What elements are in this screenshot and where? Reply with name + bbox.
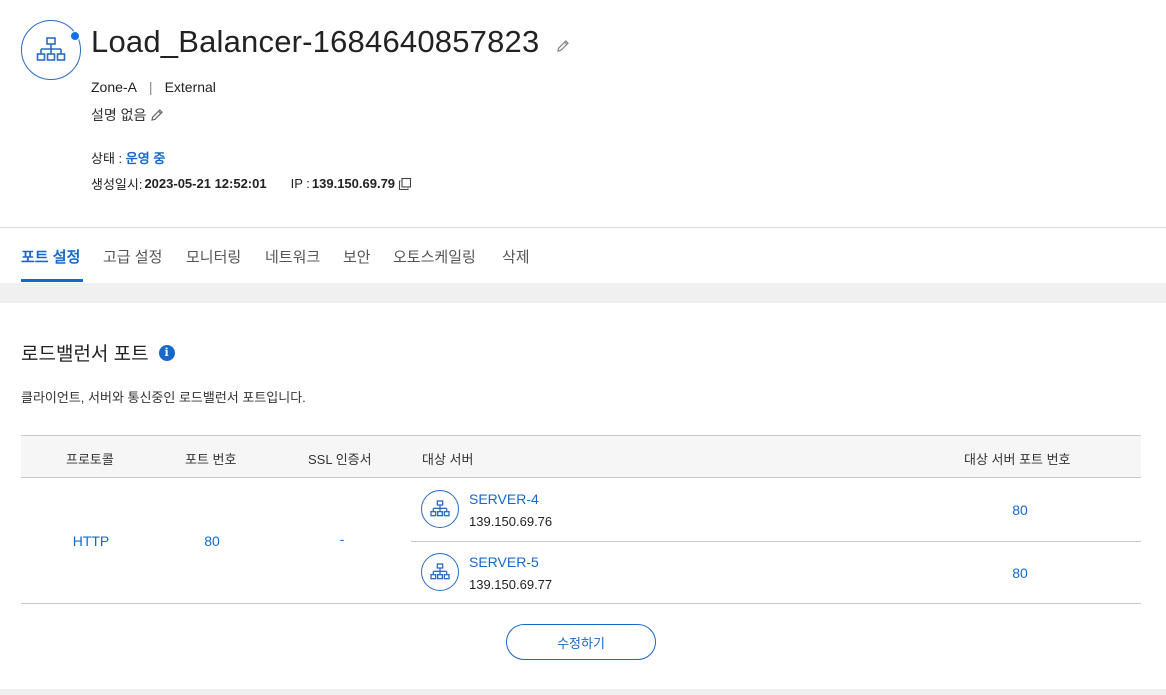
cell-protocol: HTTP bbox=[72, 533, 110, 549]
server-avatar bbox=[421, 553, 459, 591]
created-label: 생성일시: bbox=[91, 177, 143, 192]
section-divider bbox=[0, 283, 1166, 303]
zone-type-line: Zone-A | External bbox=[91, 79, 216, 95]
section-description: 클라이언트, 서버와 통신중인 로드밸런서 포트입니다. bbox=[21, 390, 306, 405]
header-ssl: SSL 인증서 bbox=[308, 452, 372, 467]
server-name-link[interactable]: SERVER-4 bbox=[469, 491, 539, 507]
cell-target-port: 80 bbox=[1012, 565, 1028, 581]
row-divider bbox=[411, 541, 1141, 542]
server-avatar bbox=[421, 490, 459, 528]
cell-ssl: - bbox=[339, 531, 345, 547]
header-port: 포트 번호 bbox=[185, 452, 237, 467]
type-label: External bbox=[164, 79, 216, 95]
created-value: 2023-05-21 12:52:01 bbox=[144, 176, 267, 191]
meta-separator: | bbox=[148, 79, 153, 95]
header-protocol: 프로토콜 bbox=[66, 452, 114, 467]
status-value: 운영 중 bbox=[125, 151, 166, 166]
network-tree-icon bbox=[36, 37, 66, 61]
page-title: Load_Balancer-1684640857823 bbox=[91, 24, 540, 59]
header-target-port: 대상 서버 포트 번호 bbox=[964, 452, 1071, 467]
server-ip: 139.150.69.77 bbox=[469, 577, 553, 592]
network-tree-icon bbox=[430, 563, 450, 580]
header-target-server: 대상 서버 bbox=[422, 452, 474, 467]
description-text: 설명 없음 bbox=[91, 107, 147, 123]
tab-monitoring[interactable]: 모니터링 bbox=[186, 246, 241, 267]
table-header: 프로토콜 포트 번호 SSL 인증서 대상 서버 대상 서버 포트 번호 bbox=[21, 436, 1141, 478]
description-edit-pencil-icon[interactable] bbox=[150, 108, 164, 122]
status-label: 상태 : bbox=[91, 151, 123, 166]
bottom-divider bbox=[0, 689, 1166, 695]
zone-label: Zone-A bbox=[91, 79, 137, 95]
load-balancer-avatar bbox=[21, 20, 81, 80]
tab-bar: 포트 설정 고급 설정 모니터링 네트워크 보안 오토스케일링 삭제 bbox=[0, 228, 1166, 283]
ip-value: 139.150.69.79 bbox=[311, 176, 396, 191]
tab-security[interactable]: 보안 bbox=[343, 246, 371, 267]
copy-icon[interactable] bbox=[398, 177, 412, 191]
tab-delete[interactable]: 삭제 bbox=[502, 246, 530, 267]
tab-advanced-settings[interactable]: 고급 설정 bbox=[103, 246, 162, 267]
edit-button[interactable]: 수정하기 bbox=[506, 624, 656, 660]
section-title-text: 로드밸런서 포트 bbox=[21, 344, 149, 365]
status-line: 상태 : 운영 중 bbox=[91, 148, 165, 167]
description-line: 설명 없음 bbox=[91, 105, 164, 125]
port-table: 프로토콜 포트 번호 SSL 인증서 대상 서버 대상 서버 포트 번호 HTT… bbox=[21, 435, 1141, 604]
cell-target-port: 80 bbox=[1012, 502, 1028, 518]
server-name-link[interactable]: SERVER-5 bbox=[469, 554, 539, 570]
network-tree-icon bbox=[430, 500, 450, 517]
cell-port: 80 bbox=[204, 533, 220, 549]
section-title: 로드밸런서 포트 i bbox=[21, 339, 175, 366]
ip-label: IP : bbox=[290, 176, 310, 191]
pencil-icon[interactable] bbox=[556, 39, 570, 58]
tab-port-settings[interactable]: 포트 설정 bbox=[21, 246, 80, 267]
server-ip: 139.150.69.76 bbox=[469, 514, 553, 529]
tab-autoscaling[interactable]: 오토스케일링 bbox=[393, 246, 476, 267]
created-line: 생성일시: 2023-05-21 12:52:01 IP : 139.150.6… bbox=[91, 174, 412, 193]
active-tab-indicator bbox=[21, 279, 83, 282]
info-icon[interactable]: i bbox=[158, 344, 175, 361]
status-dot bbox=[70, 31, 80, 41]
tab-network[interactable]: 네트워크 bbox=[265, 246, 320, 267]
resource-header: Load_Balancer-1684640857823 Zone-A | Ext… bbox=[0, 0, 1166, 228]
